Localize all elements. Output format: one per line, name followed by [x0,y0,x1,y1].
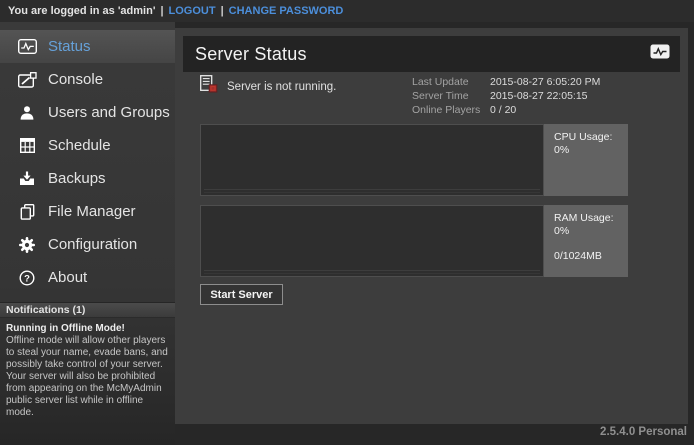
logout-link[interactable]: LOGOUT [169,5,216,17]
gear-icon [16,237,38,253]
cpu-usage-value: 0% [554,144,624,157]
server-info-block: Last Update2015-08-27 6:05:20 PM Server … [412,75,600,117]
start-server-button[interactable]: Start Server [200,284,283,305]
logged-in-text: You are logged in as 'admin' [8,5,155,17]
info-value: 0 / 20 [490,104,516,116]
chart-baseline [204,192,540,193]
sidebar-item-console[interactable]: Console [0,63,175,96]
file-manager-icon [16,204,38,220]
question-icon: ? [16,270,38,286]
server-status-row: Server is not running. [200,75,336,98]
ram-usage-value: 0% [554,225,624,238]
notification-text: Offline mode will allow other players to… [6,335,169,419]
sidebar-item-configuration[interactable]: Configuration [0,228,175,261]
separator: | [160,5,163,17]
panel-header: Server Status [183,36,680,72]
chart-baseline [204,270,540,271]
sidebar-item-label: File Manager [48,203,136,220]
notifications-body: Running in Offline Mode! Offline mode wi… [0,318,175,424]
sidebar-item-users-and-groups[interactable]: Users and Groups [0,96,175,129]
ram-usage-box: RAM Usage: 0% 0/1024MB [200,205,628,277]
sidebar-item-label: Users and Groups [48,104,170,121]
info-row: Server Time2015-08-27 22:05:15 [412,89,600,103]
sidebar-item-label: Status [48,38,91,55]
info-value: 2015-08-27 22:05:15 [490,90,588,102]
backups-icon [16,171,38,186]
sidebar-item-file-manager[interactable]: File Manager [0,195,175,228]
sidebar-item-label: About [48,269,87,286]
cpu-usage-chart [200,124,544,196]
sidebar-item-status[interactable]: Status [0,30,175,63]
change-password-link[interactable]: CHANGE PASSWORD [229,5,344,17]
separator: | [221,5,224,17]
schedule-icon [16,138,38,153]
ram-usage-info: RAM Usage: 0% 0/1024MB [544,205,628,277]
info-row: Last Update2015-08-27 6:05:20 PM [412,75,600,89]
console-icon [16,72,38,88]
notifications-header[interactable]: Notifications (1) [0,302,175,318]
status-badge-icon [650,44,670,64]
info-row: Online Players0 / 20 [412,103,600,117]
info-label: Online Players [412,103,490,117]
server-stopped-icon [200,75,218,98]
status-icon [16,39,38,54]
notification-title: Running in Offline Mode! [6,323,169,335]
sidebar-item-schedule[interactable]: Schedule [0,129,175,162]
sidebar-item-about[interactable]: ? About [0,261,175,294]
page-title: Server Status [195,44,650,65]
info-label: Server Time [412,89,490,103]
sidebar-menu: Status Console Users and Groups [0,22,175,294]
svg-text:?: ? [24,273,30,284]
sidebar: Status Console Users and Groups [0,22,175,445]
server-status-message: Server is not running. [227,81,336,93]
ram-usage-chart [200,205,544,277]
ram-usage-detail: 0/1024MB [554,250,624,263]
cpu-usage-label: CPU Usage: [554,131,624,144]
chart-baseline [204,273,540,274]
chart-baseline [204,189,540,190]
topbar: You are logged in as 'admin' | LOGOUT | … [0,0,694,22]
ram-usage-label: RAM Usage: [554,212,624,225]
sidebar-item-label: Configuration [48,236,137,253]
sidebar-item-label: Console [48,71,103,88]
version-label: 2.5.4.0 Personal [600,426,687,438]
cpu-usage-box: CPU Usage: 0% [200,124,628,196]
info-label: Last Update [412,75,490,89]
users-icon [16,105,38,121]
sidebar-item-backups[interactable]: Backups [0,162,175,195]
sidebar-item-label: Backups [48,170,106,187]
cpu-usage-info: CPU Usage: 0% [544,124,628,196]
info-value: 2015-08-27 6:05:20 PM [490,76,600,88]
server-status-panel: Server Status Server is not running. Las… [175,28,688,424]
sidebar-item-label: Schedule [48,137,111,154]
